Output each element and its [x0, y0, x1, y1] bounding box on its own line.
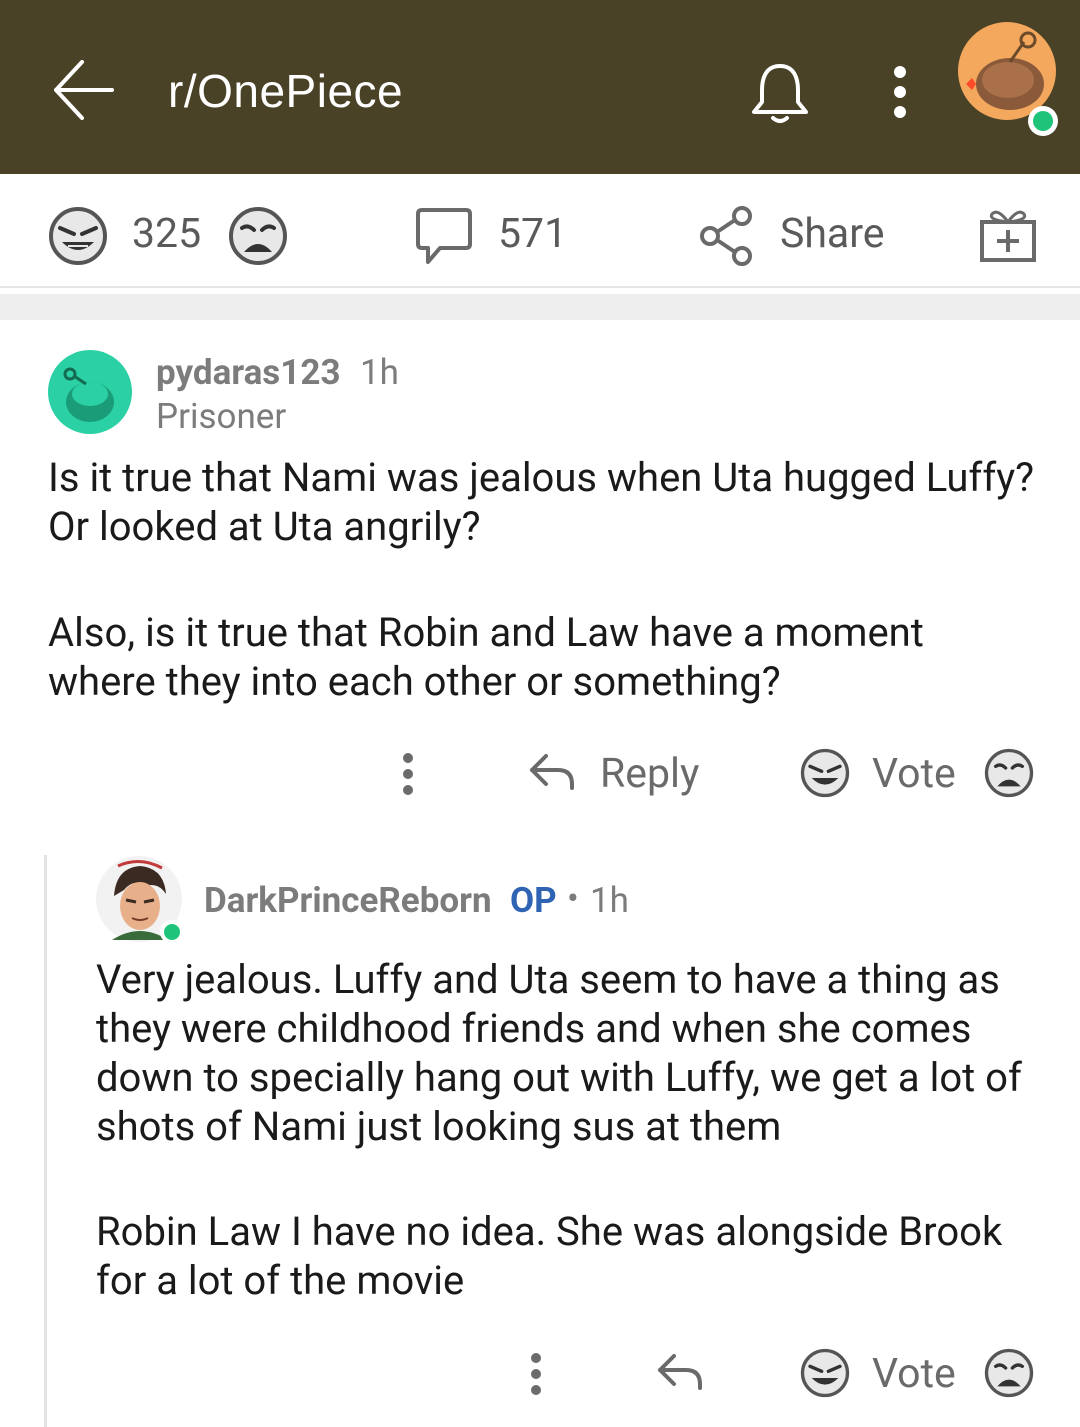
- comment-username[interactable]: pydaras123: [156, 352, 341, 393]
- upvote-icon[interactable]: [800, 748, 850, 798]
- top-app-bar: r/OnePiece: [0, 0, 1080, 174]
- subreddit-title[interactable]: r/OnePiece: [168, 64, 403, 118]
- comment-bubble-icon[interactable]: [416, 206, 472, 266]
- share-label[interactable]: Share: [780, 210, 884, 258]
- comment-paragraph: Is it true that Nami was jealous when Ut…: [48, 454, 1035, 550]
- comment-time: 1h: [590, 880, 629, 921]
- more-vertical-icon[interactable]: [886, 64, 914, 120]
- comment-count: 571: [498, 210, 568, 258]
- upvote-icon[interactable]: [800, 1348, 850, 1398]
- downvote-icon[interactable]: [228, 206, 288, 266]
- op-badge: OP: [510, 880, 557, 921]
- commenter-avatar[interactable]: [48, 350, 132, 434]
- award-icon[interactable]: [978, 204, 1038, 264]
- user-flair: Prisoner: [156, 396, 287, 437]
- comment-time: 1h: [360, 352, 399, 393]
- score-count: 325: [132, 210, 202, 258]
- more-vertical-icon[interactable]: [398, 752, 418, 796]
- comment-paragraph: Also, is it true that Robin and Law have…: [48, 609, 924, 705]
- comment-paragraph: Very jealous. Luffy and Uta seem to have…: [96, 956, 1022, 1150]
- upvote-icon[interactable]: [48, 206, 108, 266]
- comment-paragraph: Robin Law I have no idea. She was alongs…: [96, 1208, 1003, 1304]
- reply-arrow-icon[interactable]: [656, 1352, 704, 1392]
- share-icon[interactable]: [700, 206, 754, 266]
- vote-label: Vote: [872, 1350, 956, 1398]
- more-vertical-icon[interactable]: [526, 1352, 546, 1396]
- comment-username[interactable]: DarkPrinceReborn: [204, 880, 492, 921]
- online-status-dot: [160, 920, 184, 944]
- online-status-dot: [1028, 106, 1058, 136]
- downvote-icon[interactable]: [984, 1348, 1034, 1398]
- downvote-icon[interactable]: [984, 748, 1034, 798]
- reply-arrow-icon[interactable]: [528, 752, 576, 792]
- back-arrow-icon[interactable]: [52, 58, 114, 122]
- bell-icon[interactable]: [748, 60, 812, 126]
- vote-label: Vote: [872, 750, 956, 798]
- reply-button[interactable]: Reply: [600, 750, 699, 798]
- section-divider: [0, 294, 1080, 320]
- thread-line[interactable]: [44, 855, 47, 1427]
- meta-separator: •: [567, 878, 579, 919]
